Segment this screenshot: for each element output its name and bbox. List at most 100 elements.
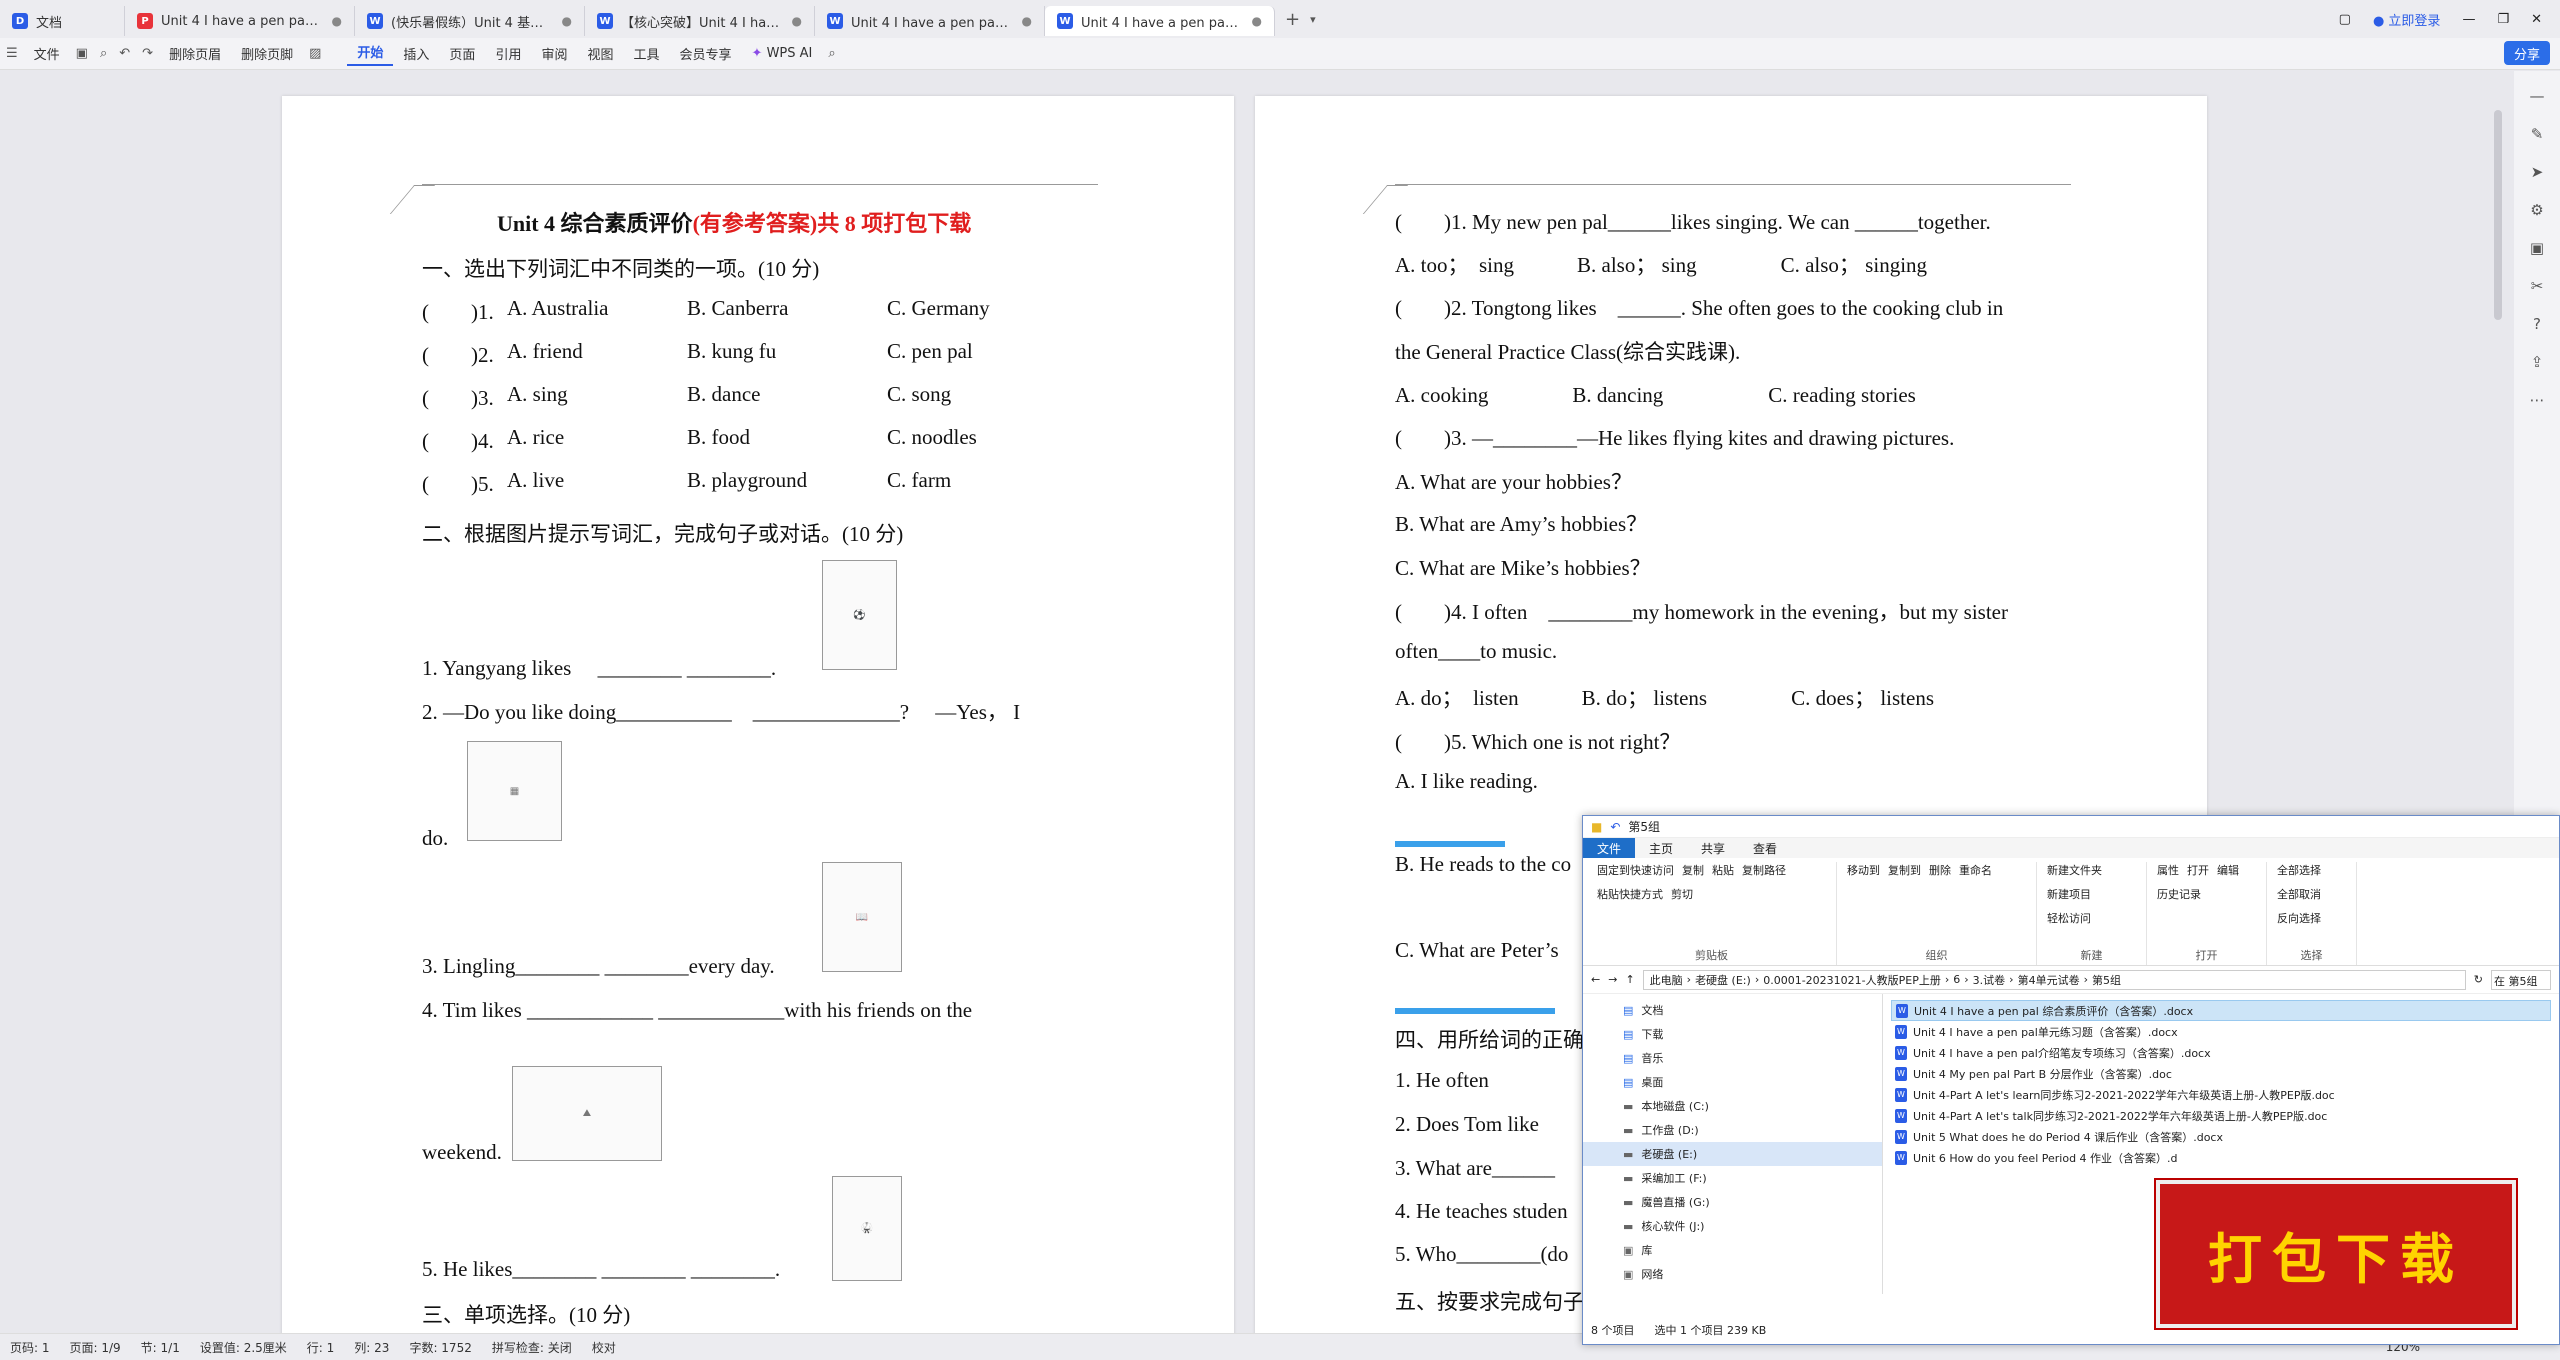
ribbon-command[interactable]: 重命名: [1959, 862, 1992, 878]
file-item[interactable]: W Unit 6 How do you feel Period 4 作业（含答案）…: [1891, 1147, 2551, 1168]
path-segment[interactable]: 0.0001-20231021-人教版PEP上册: [1763, 972, 1941, 988]
tab-list-chevron-icon[interactable]: ▾: [1310, 13, 1316, 26]
file-item[interactable]: W Unit 4 My pen pal Part B 分层作业（含答案）.doc: [1891, 1063, 2551, 1084]
path-segment[interactable]: 第5组: [2092, 972, 2121, 988]
close-tab-icon[interactable]: ●: [792, 14, 802, 28]
file-menu[interactable]: 文件: [24, 44, 70, 63]
ribbon-command[interactable]: 属性: [2157, 862, 2179, 878]
tab-references[interactable]: 引用: [485, 44, 531, 63]
nav-item[interactable]: ▬ 本地磁盘 (C:): [1583, 1094, 1882, 1118]
ribbon-command[interactable]: 复制路径: [1742, 862, 1786, 878]
ribbon-command[interactable]: 复制: [1682, 862, 1704, 878]
tab-page[interactable]: 页面: [439, 44, 485, 63]
new-tab-button[interactable]: +: [1285, 9, 1300, 30]
ribbon-command[interactable]: 全部选择: [2277, 862, 2321, 878]
wps-ai-button[interactable]: ✦ WPS AI: [742, 46, 823, 61]
window-icon[interactable]: ▢: [2339, 12, 2351, 27]
tab-insert[interactable]: 插入: [393, 44, 439, 63]
tab-document[interactable]: W Unit 4 I have a pen pal 综合 ●: [1045, 6, 1275, 36]
share-button[interactable]: 分享: [2503, 41, 2550, 65]
ribbon-command[interactable]: 全部取消: [2277, 886, 2321, 902]
nav-item[interactable]: ▬ 老硬盘 (E:): [1583, 1142, 1882, 1166]
path-field[interactable]: 此电脑 › 老硬盘 (E:) › 0.0001-20231021-人教版PEP上册 › 6 ›…: [1642, 969, 2466, 990]
tab-document[interactable]: W 【核心突破】Unit 4 I have a pen ●: [585, 6, 815, 36]
status-item[interactable]: 拼写检查: 关闭: [482, 1339, 582, 1356]
search-box[interactable]: 在 第5组: [2491, 969, 2551, 990]
nav-item[interactable]: ▤ 桌面: [1583, 1070, 1882, 1094]
file-item[interactable]: W Unit 4 I have a pen pal单元练习题（含答案）.docx: [1891, 1021, 2551, 1042]
tab-review[interactable]: 审阅: [531, 44, 577, 63]
format-painter-icon[interactable]: ⌕: [94, 46, 113, 61]
login-button[interactable]: ● 立即登录: [2373, 10, 2441, 29]
nav-item[interactable]: ▬ 工作盘 (D:): [1583, 1118, 1882, 1142]
tab-tools[interactable]: 工具: [623, 44, 669, 63]
style-icon[interactable]: ▨: [303, 46, 327, 61]
vertical-scrollbar[interactable]: [2494, 110, 2502, 320]
close-tab-icon[interactable]: ●: [332, 14, 342, 28]
select-icon[interactable]: ➤: [2531, 163, 2544, 181]
ribbon-command[interactable]: 复制到: [1888, 862, 1921, 878]
nav-item[interactable]: ▬ 采编加工 (F:): [1583, 1166, 1882, 1190]
ribbon-command[interactable]: 剪切: [1671, 886, 1693, 902]
more-icon[interactable]: ⋯: [2530, 391, 2545, 409]
close-tab-icon[interactable]: ●: [1252, 14, 1262, 28]
image-icon[interactable]: ▣: [2530, 239, 2544, 257]
close-tab-icon[interactable]: ●: [562, 14, 572, 28]
nav-item[interactable]: ▣ 库: [1583, 1238, 1882, 1262]
explorer-tab[interactable]: 共享: [1687, 838, 1739, 858]
document-page-1[interactable]: Unit 4 综合素质评价(有参考答案)共 8 项打包下载 一、选出下列词汇中不…: [282, 96, 1234, 1333]
file-item[interactable]: W Unit 4-Part A let's talk同步练习2-2021-2022…: [1891, 1105, 2551, 1126]
close-tab-icon[interactable]: ●: [1022, 14, 1032, 28]
help-icon[interactable]: ?: [2533, 315, 2541, 333]
menu-icon[interactable]: ☰: [0, 46, 24, 61]
save-icon[interactable]: ▣: [70, 46, 94, 61]
path-segment[interactable]: 第4单元试卷: [2018, 972, 2080, 988]
tab-document[interactable]: D 文档: [0, 6, 125, 36]
delete-footer-button[interactable]: 删除页脚: [231, 44, 303, 63]
file-item[interactable]: W Unit 4-Part A let's learn同步练习2-2021-202…: [1891, 1084, 2551, 1105]
file-item[interactable]: W Unit 4 I have a pen pal介绍笔友专项练习（含答案）.do…: [1891, 1042, 2551, 1063]
tools-icon[interactable]: ✂: [2531, 277, 2544, 295]
tab-view[interactable]: 视图: [577, 44, 623, 63]
explorer-tab[interactable]: 文件: [1583, 838, 1636, 858]
tab-document[interactable]: W Unit 4 I have a pen pal 综合素质 ●: [815, 6, 1045, 36]
ribbon-command[interactable]: 新建项目: [2047, 886, 2091, 902]
path-segment[interactable]: 3.试卷: [1973, 972, 2006, 988]
back-icon[interactable]: ←: [1591, 973, 1600, 986]
search-icon[interactable]: ⌕: [822, 46, 841, 61]
tab-home[interactable]: 开始: [347, 42, 394, 66]
file-item[interactable]: W Unit 4 I have a pen pal 综合素质评价（含答案）.doc…: [1891, 1000, 2551, 1021]
share-icon[interactable]: ⇪: [2531, 353, 2544, 371]
minimize-button[interactable]: —: [2462, 12, 2475, 27]
nav-item[interactable]: ▤ 下载: [1583, 1022, 1882, 1046]
delete-header-button[interactable]: 删除页眉: [159, 44, 231, 63]
path-segment[interactable]: 老硬盘 (E:): [1695, 972, 1751, 988]
maximize-button[interactable]: ❐: [2497, 12, 2509, 27]
redo-icon[interactable]: ↷: [136, 46, 159, 61]
refresh-icon[interactable]: ↻: [2474, 973, 2483, 986]
up-icon[interactable]: ↑: [1625, 973, 1634, 986]
status-item[interactable]: 校对: [582, 1339, 626, 1356]
ribbon-command[interactable]: 反向选择: [2277, 910, 2321, 926]
nav-item[interactable]: ▤ 文档: [1583, 998, 1882, 1022]
collapse-icon[interactable]: —: [2530, 87, 2545, 105]
download-promo-badge[interactable]: 打包下载: [2154, 1178, 2518, 1330]
ribbon-command[interactable]: 历史记录: [2157, 886, 2201, 902]
ribbon-command[interactable]: 打开: [2187, 862, 2209, 878]
path-segment[interactable]: 6: [1953, 973, 1960, 986]
forward-icon[interactable]: →: [1608, 973, 1617, 986]
explorer-tab[interactable]: 查看: [1739, 838, 1791, 858]
path-segment[interactable]: 此电脑: [1650, 972, 1683, 988]
ribbon-command[interactable]: 移动到: [1847, 862, 1880, 878]
nav-item[interactable]: ▣ 网络: [1583, 1262, 1882, 1286]
tab-member[interactable]: 会员专享: [670, 44, 742, 63]
settings-icon[interactable]: ⚙: [2530, 201, 2543, 219]
ribbon-command[interactable]: 删除: [1929, 862, 1951, 878]
tab-document[interactable]: P Unit 4 I have a pen pal Part A.pdf ●: [125, 6, 355, 36]
close-button[interactable]: ✕: [2531, 12, 2542, 27]
tab-document[interactable]: W (快乐暑假练）Unit 4 基础达标卷 ●: [355, 6, 585, 36]
ribbon-command[interactable]: 粘贴快捷方式: [1597, 886, 1663, 902]
undo-icon[interactable]: ↶: [1610, 820, 1620, 834]
undo-icon[interactable]: ↶: [113, 46, 136, 61]
ribbon-command[interactable]: 轻松访问: [2047, 910, 2091, 926]
